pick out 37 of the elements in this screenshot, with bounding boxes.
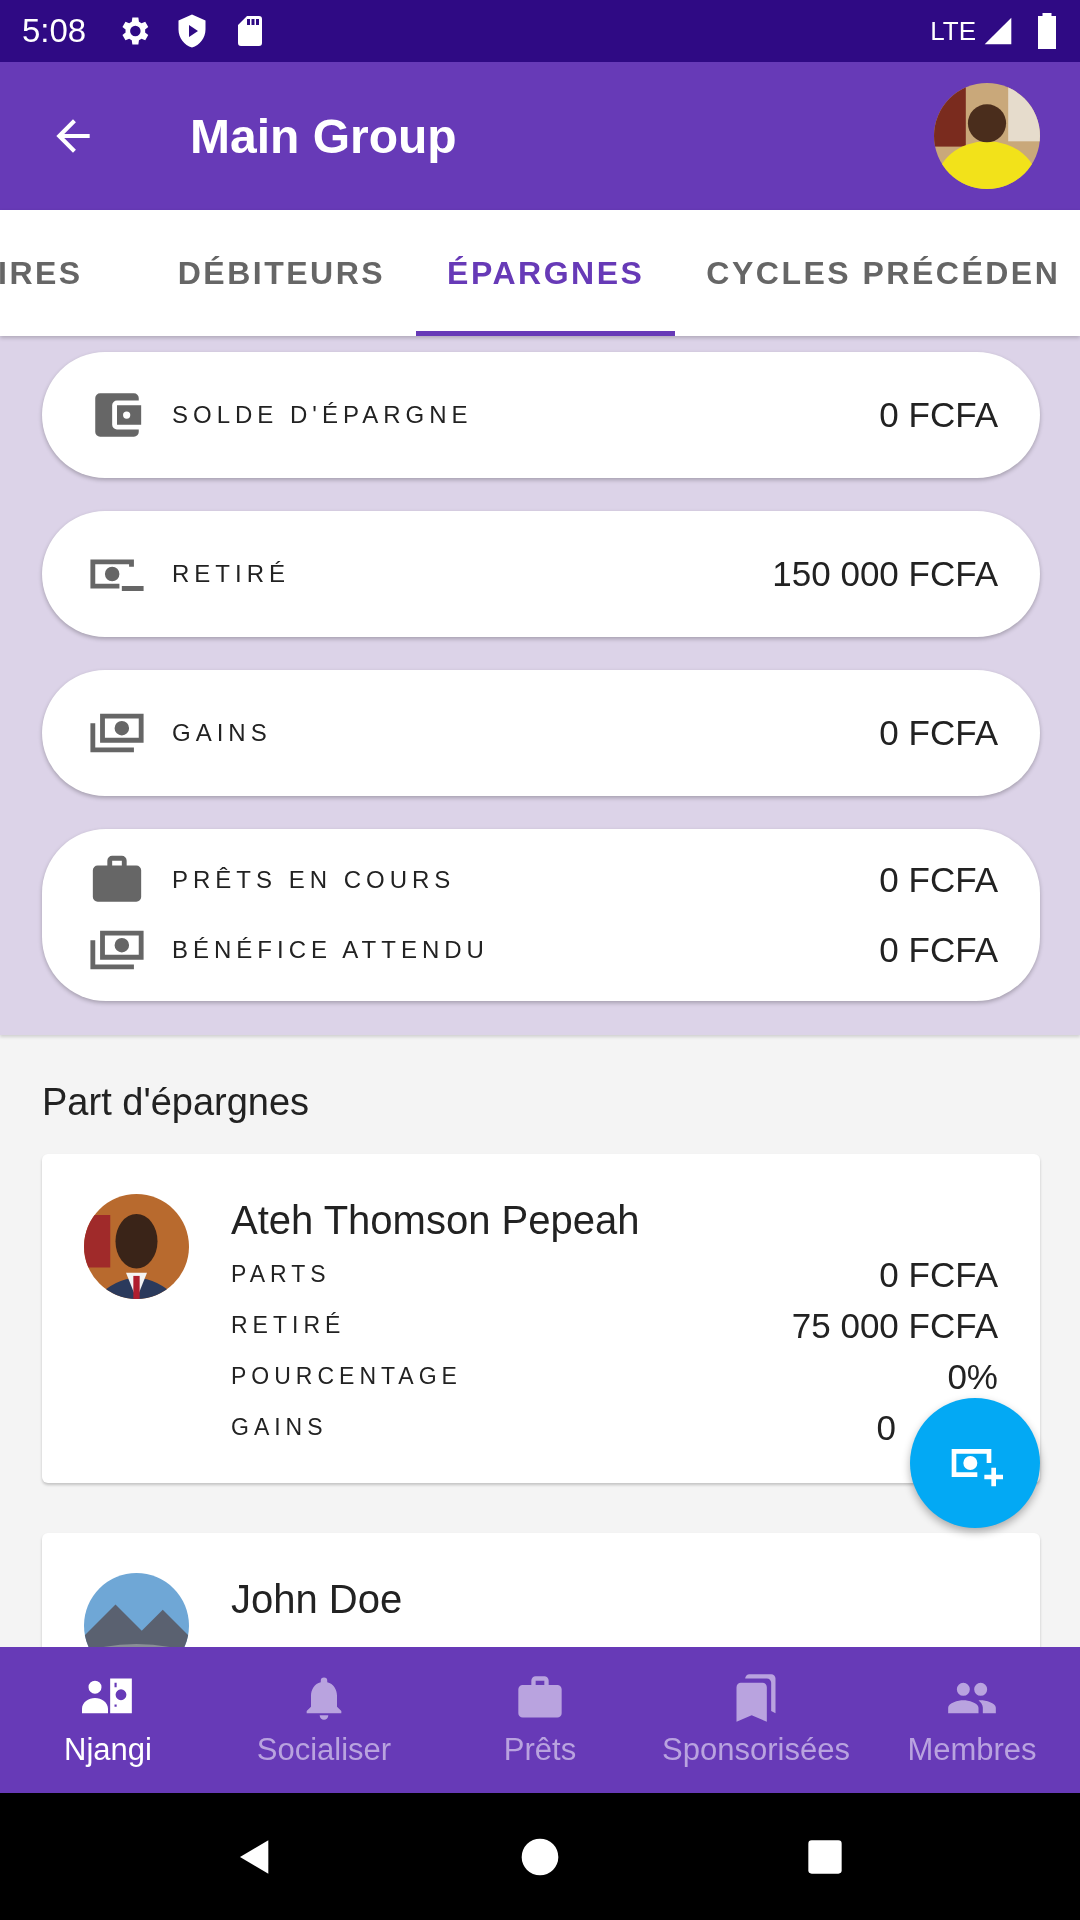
group-title: Main Group [190,108,457,164]
member-card[interactable]: John Doe [42,1533,1040,1647]
nav-item[interactable]: Membres [864,1647,1080,1793]
field-label: RETIRÉ [231,1312,346,1339]
summary-label: PRÊTS EN COURS [172,866,456,894]
tab[interactable]: DÉBITEURS [146,210,417,336]
nav-item[interactable]: Njangi [0,1647,216,1793]
nav-item[interactable]: Sponsorisées [648,1647,864,1793]
summary-label: BÉNÉFICE ATTENDU [172,936,489,964]
summary-label: RETIRÉ [172,560,290,588]
member-card[interactable]: Ateh Thomson Pepeah PARTS 0 FCFA RETIRÉ 75 000 FCFA POURCENTAGE 0% GAINS 0 [42,1154,1040,1483]
summary-value: 0 FCFA [879,860,998,900]
field-value: 0 FCFA [879,1254,998,1295]
section-title: Part d'épargnes [42,1081,311,1124]
summary-value: 0 FCFA [879,930,998,970]
member-name: John Doe [231,1577,403,1622]
nav-item[interactable]: Socialiser [216,1647,432,1793]
summary-label: GAINS [172,719,272,747]
field-label: PARTS [231,1261,331,1288]
tab[interactable]: IRES [0,210,147,336]
battery-icon [1036,13,1058,49]
field-label: POURCENTAGE [231,1363,462,1390]
summary-label: SOLDE D'ÉPARGNE [172,401,473,429]
summary-value: 0 FCFA [879,395,998,435]
summary-value: 0 FCFA [879,713,998,753]
tab[interactable]: CYCLES PRÉCÉDEN [675,210,1080,336]
home-icon[interactable] [520,1836,560,1877]
status-time: 5:08 [22,12,87,50]
field-value: 0 [876,1407,896,1448]
summary-value: 150 000 FCFA [772,554,998,594]
member-name: Ateh Thomson Pepeah [231,1198,640,1243]
field-label: GAINS [231,1414,328,1441]
signal-icon [982,15,1014,47]
nav-item[interactable]: Prêts [432,1647,648,1793]
field-value: 75 000 FCFA [791,1305,998,1346]
network-type: LTE [930,15,976,47]
field-value: 0% [947,1356,998,1397]
